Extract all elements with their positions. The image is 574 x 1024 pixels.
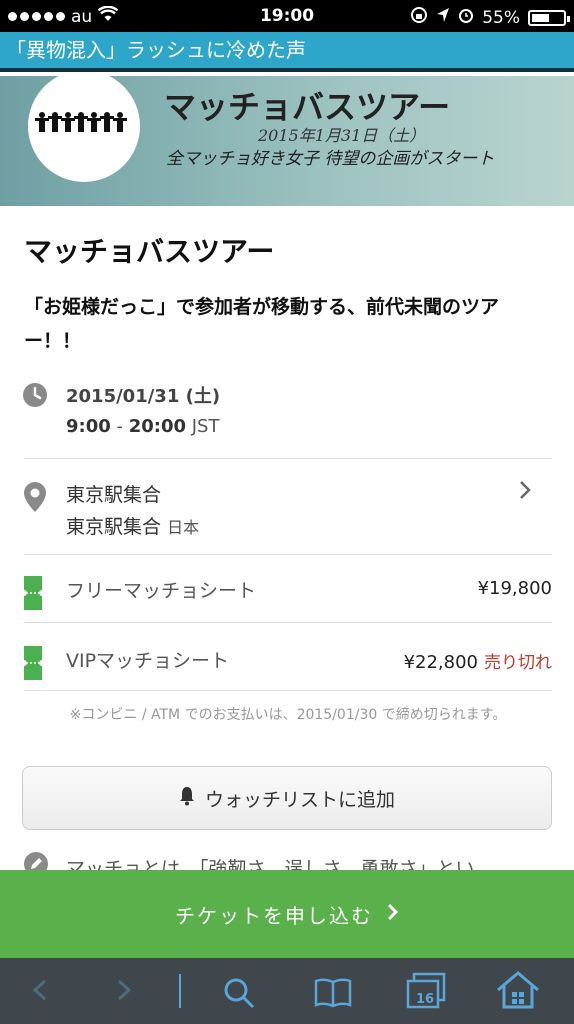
- sold-out-badge: 売り切れ: [484, 653, 552, 673]
- apply-ticket-button[interactable]: チケットを申し込む: [0, 870, 574, 958]
- event-end-time: 20:00: [128, 416, 187, 437]
- apply-ticket-label: チケットを申し込む: [175, 903, 373, 928]
- location-address: 東京駅集合 日本: [66, 512, 199, 539]
- location-name: 東京駅集合: [66, 484, 162, 506]
- timezone: JST: [186, 416, 220, 437]
- battery-fill: [532, 13, 549, 22]
- hero-date: 2015年1月31日（土）: [258, 126, 426, 145]
- location-address-text: 東京駅集合: [66, 516, 162, 538]
- divider: [24, 458, 552, 459]
- news-banner[interactable]: 「異物混入」ラッシュに冷めた声: [0, 32, 574, 72]
- address-divider: [178, 974, 182, 1012]
- search-icon[interactable]: [222, 976, 256, 1014]
- ticket-price: ¥19,800: [478, 578, 552, 599]
- forward-icon[interactable]: [114, 978, 134, 1006]
- event-time: 9:00 - 20:00 JST: [66, 416, 219, 437]
- event-start-time: 9:00: [66, 416, 111, 437]
- divider: [24, 622, 552, 623]
- ticket-price-value: ¥22,800: [403, 652, 478, 673]
- location-arrow-icon: [436, 7, 450, 28]
- status-bar: au 19:00 55%: [0, 0, 574, 32]
- watchlist-label: ウォッチリストに追加: [204, 788, 395, 811]
- home-icon[interactable]: [494, 970, 542, 1014]
- map-pin-icon: [24, 482, 46, 516]
- browser-toolbar: 16: [0, 958, 574, 1024]
- divider: [24, 690, 552, 691]
- chevron-right-icon: [387, 902, 399, 926]
- ticket-name: VIPマッチョシート: [66, 650, 230, 672]
- payment-note: ※コンビニ / ATM でのお支払いは、2015/01/30 で締め切られます。: [69, 707, 507, 723]
- chevron-right-icon: [518, 480, 532, 506]
- status-right: 55%: [410, 6, 570, 29]
- silhouettes-icon: [35, 112, 127, 132]
- rotation-lock-icon: [410, 6, 428, 29]
- tabs-count: 16: [415, 992, 435, 1007]
- event-logo: [28, 76, 140, 182]
- event-hero-image: マッチョバスツアー 2015年1月31日（土） 全マッチョ好き女子 待望の企画が…: [0, 76, 574, 206]
- bell-icon: [179, 786, 195, 811]
- battery-icon: [528, 9, 570, 26]
- hero-subtitle: 全マッチョ好き女子 待望の企画がスタート: [166, 149, 495, 169]
- alarm-icon: [458, 7, 474, 28]
- event-title: マッチョバスツアー: [24, 235, 275, 268]
- divider: [24, 554, 552, 555]
- battery-percent: 55%: [482, 7, 520, 28]
- time-dash: -: [110, 416, 129, 437]
- event-date: 2015/01/31 (土): [66, 386, 221, 407]
- bookmarks-icon[interactable]: [314, 978, 352, 1012]
- back-icon[interactable]: [30, 978, 50, 1006]
- ticket-icon: [24, 646, 42, 684]
- ticket-price: ¥22,800 売り切れ: [404, 648, 552, 673]
- add-to-watchlist-button[interactable]: ウォッチリストに追加: [22, 766, 552, 830]
- clock-icon: [22, 382, 48, 412]
- ticket-name: フリーマッチョシート: [66, 580, 257, 602]
- ticket-price-value: ¥19,800: [477, 578, 552, 599]
- event-description: 「お姫様だっこ」で参加者が移動する、前代未聞のツアー！！: [24, 296, 500, 352]
- ticket-icon: [24, 576, 42, 614]
- location-country: 日本: [167, 518, 200, 537]
